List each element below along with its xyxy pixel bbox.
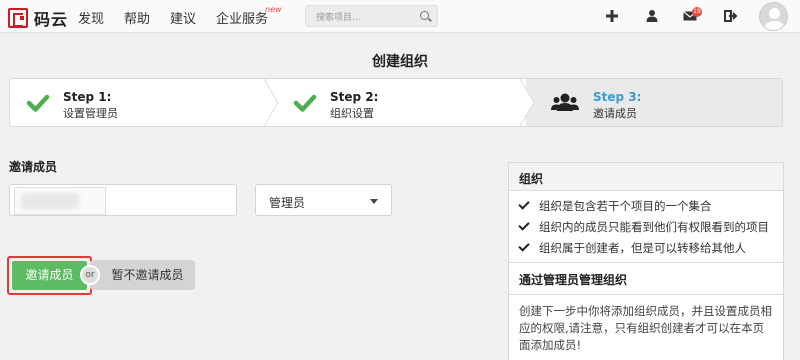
step-2-subtitle: 组织设置 xyxy=(330,107,374,120)
logout-icon[interactable] xyxy=(724,9,738,23)
plus-icon[interactable] xyxy=(605,9,619,23)
step-3-title: Step 3: xyxy=(593,90,642,104)
users-icon xyxy=(551,93,579,111)
list-item: 组织内的成员只能看到他们有权限看到的项目 xyxy=(518,216,773,237)
step-3-subtitle: 邀请成员 xyxy=(593,107,637,120)
search-placeholder: 搜索项目... xyxy=(316,13,361,23)
check-icon xyxy=(518,219,530,231)
check-icon xyxy=(26,94,50,112)
info-panel: 组织 组织是包含若干个项目的一个集合 组织内的成员只能看到他们有权限看到的项目 … xyxy=(508,162,784,360)
role-value: 管理员 xyxy=(269,196,306,210)
step-separator-1 xyxy=(264,79,279,126)
step-2-title: Step 2: xyxy=(330,90,379,104)
blurred-member-name xyxy=(21,193,79,209)
panel-list: 组织是包含若干个项目的一个集合 组织内的成员只能看到他们有权限看到的项目 组织属… xyxy=(509,191,783,263)
invite-members-button[interactable]: 邀请成员 xyxy=(12,261,87,290)
step-1-subtitle: 设置管理员 xyxy=(63,107,118,120)
new-badge: new xyxy=(265,5,282,14)
step-wizard: Step 1: 设置管理员 Step 2: 组织设置 Step 3: 邀请成员 xyxy=(9,78,783,127)
nav-item-discover[interactable]: 发现 xyxy=(78,8,104,27)
page-title: 创建组织 xyxy=(372,54,428,70)
invite-section-label: 邀请成员 xyxy=(9,160,58,174)
nav-item-suggest[interactable]: 建议 xyxy=(170,8,196,27)
role-select[interactable]: 管理员 xyxy=(255,184,392,216)
user-icon[interactable] xyxy=(645,9,659,23)
list-item: 组织是包含若干个项目的一个集合 xyxy=(518,195,773,216)
panel-description: 创建下一步中你将添加组织成员，并且设置成员相应的权限,请注意，只有组织创建者才可… xyxy=(519,304,772,352)
check-icon xyxy=(518,240,530,252)
mail-count-badge: 19 xyxy=(692,7,702,17)
invite-member-chip[interactable] xyxy=(14,187,106,215)
nav-item-help[interactable]: 帮助 xyxy=(124,8,150,27)
check-icon xyxy=(518,198,530,210)
avatar[interactable] xyxy=(759,2,788,31)
top-navbar: 码云 发现 帮助 建议 企业服务 new 搜索项目... 19 xyxy=(0,0,800,33)
chevron-down-icon xyxy=(370,199,378,204)
check-icon xyxy=(293,94,317,112)
list-item-text: 组织是包含若干个项目的一个集合 xyxy=(539,198,712,213)
search-input[interactable]: 搜索项目... xyxy=(305,5,438,27)
step-1-title: Step 1: xyxy=(63,90,112,104)
skip-invite-label: 暂不邀请成员 xyxy=(111,268,184,282)
list-item-text: 组织属于创建者，但是可以转移给其他人 xyxy=(539,240,746,255)
nav-item-enterprise[interactable]: 企业服务 xyxy=(216,8,268,27)
or-badge: or xyxy=(80,265,100,285)
panel-subtitle: 通过管理员管理组织 xyxy=(509,263,783,295)
invite-member-input[interactable] xyxy=(9,184,237,216)
logo-icon xyxy=(8,8,28,28)
panel-title: 组织 xyxy=(509,163,783,191)
search-icon[interactable] xyxy=(420,11,429,20)
skip-invite-button[interactable]: 暂不邀请成员 xyxy=(90,260,195,290)
step-separator-2 xyxy=(520,79,535,126)
logo[interactable]: 码云 xyxy=(8,6,68,30)
list-item: 组织属于创建者，但是可以转移给其他人 xyxy=(518,237,773,258)
brand-name: 码云 xyxy=(34,10,69,29)
list-item-text: 组织内的成员只能看到他们有权限看到的项目 xyxy=(539,219,769,234)
